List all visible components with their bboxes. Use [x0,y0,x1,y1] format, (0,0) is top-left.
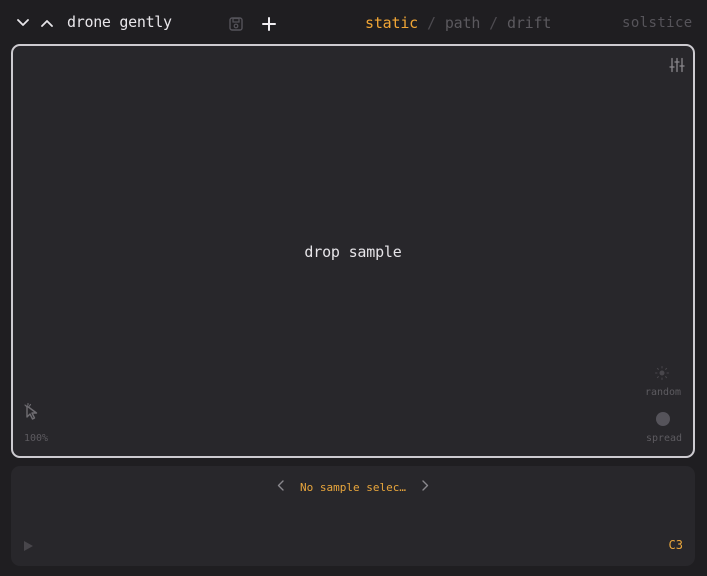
root-note[interactable]: C3 [669,538,683,552]
sliders-icon[interactable] [668,56,686,74]
chevron-down-icon[interactable] [16,16,30,30]
save-icon[interactable] [228,16,244,32]
spread-label: spread [645,433,683,444]
preset-name[interactable]: drone gently [67,13,172,31]
mode-drift[interactable]: drift [507,14,551,32]
chevron-up-icon[interactable] [40,16,54,30]
random-knob[interactable] [655,366,669,380]
sample-navigator: No sample selec… [11,480,695,494]
plus-icon[interactable] [260,15,278,33]
chevron-left-icon[interactable] [269,480,292,494]
zoom-level: 100% [24,433,49,444]
random-label: random [644,387,682,398]
brand-logo: solstice [622,15,693,31]
play-icon[interactable] [21,539,35,553]
sample-name[interactable]: No sample selec… [292,481,414,494]
spread-knob[interactable] [655,411,671,427]
sample-drop-area[interactable]: drop sample 100% random spread [11,44,695,458]
drop-sample-prompt: drop sample [304,243,402,261]
chevron-right-icon[interactable] [414,480,437,494]
mode-static[interactable]: static [365,14,418,32]
pointer-icon[interactable] [23,402,41,420]
mode-separator: / [489,14,499,32]
mode-selector: static / path / drift [365,14,551,32]
app-window: drone gently static / path / drift solst… [0,0,707,576]
mode-path[interactable]: path [445,14,481,32]
mode-separator: / [427,14,436,32]
top-bar: drone gently static / path / drift solst… [0,0,707,44]
sample-bar: No sample selec… C3 [11,466,695,566]
